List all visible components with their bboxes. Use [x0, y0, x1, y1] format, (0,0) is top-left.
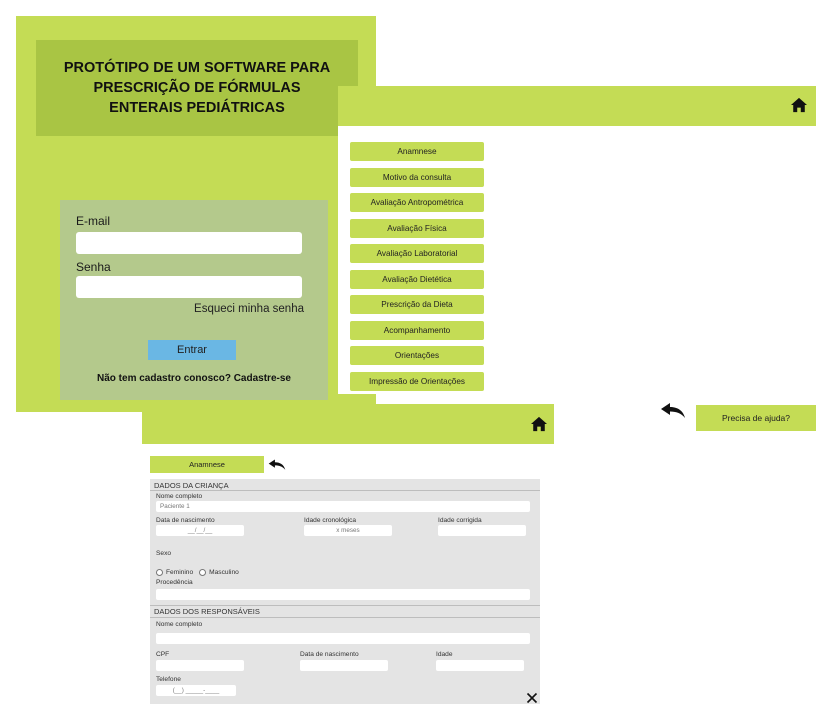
- home-icon[interactable]: [530, 416, 548, 432]
- guardian-section-title: DADOS DOS RESPONSÁVEIS: [154, 607, 260, 616]
- guardian-age-field[interactable]: [436, 660, 524, 671]
- menu-item[interactable]: Avaliação Antropométrica: [350, 193, 484, 212]
- back-arrow-icon[interactable]: [660, 402, 686, 420]
- menu-item[interactable]: Impressão de Orientações: [350, 371, 484, 391]
- menu-item[interactable]: Orientações: [350, 346, 484, 365]
- email-field[interactable]: [76, 232, 302, 254]
- section-divider: [150, 605, 540, 606]
- child-birth-placeholder: __/__/__: [187, 527, 213, 534]
- password-label: Senha: [76, 260, 111, 274]
- menu-item[interactable]: Motivo da consulta: [350, 167, 484, 187]
- phone-field[interactable]: (__) _____-____: [156, 685, 236, 696]
- origin-field[interactable]: [156, 589, 530, 600]
- form-header: [142, 404, 554, 444]
- tab-anamnese[interactable]: Anamnese: [150, 456, 264, 473]
- close-icon[interactable]: [526, 692, 538, 704]
- sex-masculine-label: Masculino: [209, 569, 239, 576]
- sex-feminine-label: Feminino: [166, 569, 194, 576]
- child-name-field[interactable]: Paciente 1: [156, 501, 530, 512]
- menu-item[interactable]: Anamnese: [350, 142, 484, 161]
- cpf-field[interactable]: [156, 660, 244, 671]
- login-form: E-mail Senha Esqueci minha senha Entrar …: [60, 200, 328, 400]
- password-field[interactable]: [76, 276, 302, 298]
- child-birth-field[interactable]: __/__/__: [156, 525, 244, 536]
- menu-item[interactable]: Acompanhamento: [350, 320, 484, 340]
- child-birth-label: Data de nascimento: [156, 517, 215, 524]
- menu-item[interactable]: Avaliação Dietética: [350, 269, 484, 289]
- forgot-password-link[interactable]: Esqueci minha senha: [194, 303, 304, 315]
- corrected-age-label: Idade corrigida: [438, 517, 482, 524]
- home-icon[interactable]: [790, 97, 808, 113]
- phone-label: Telefone: [156, 676, 181, 683]
- anamnese-form: DADOS DA CRIANÇA Nome completo Paciente …: [150, 479, 540, 704]
- login-screen: PROTÓTIPO DE UM SOFTWARE PARA PRESCRIÇÃO…: [16, 16, 376, 412]
- guardian-age-label: Idade: [436, 651, 453, 658]
- sex-label: Sexo: [156, 550, 172, 557]
- menu-screen: Anamnese Motivo da consulta Avaliação Antr…: [338, 86, 816, 394]
- guardian-name-label: Nome completo: [156, 621, 203, 628]
- back-arrow-icon[interactable]: [268, 458, 286, 472]
- menu-header: [338, 86, 816, 126]
- corrected-age-field[interactable]: [438, 525, 526, 536]
- app-title: PROTÓTIPO DE UM SOFTWARE PARA PRESCRIÇÃO…: [63, 60, 331, 116]
- phone-placeholder: (__) _____-____: [172, 687, 220, 694]
- chrono-age-field[interactable]: x meses: [304, 525, 392, 536]
- menu-item[interactable]: Prescrição da Dieta: [350, 295, 484, 314]
- child-name-label: Nome completo: [156, 493, 203, 500]
- title-banner: PROTÓTIPO DE UM SOFTWARE PARA PRESCRIÇÃO…: [36, 40, 358, 136]
- anamnese-screen: Anamnese DADOS DA CRIANÇA Nome completo …: [142, 404, 554, 704]
- guardian-birth-label: Data de nascimento: [300, 651, 359, 658]
- chrono-age-placeholder: x meses: [336, 527, 360, 534]
- help-button[interactable]: Precisa de ajuda?: [696, 405, 816, 431]
- child-name-value: Paciente 1: [160, 503, 190, 510]
- chrono-age-label: Idade cronológica: [304, 517, 357, 524]
- guardian-name-field[interactable]: [156, 633, 530, 644]
- sex-options: Feminino Masculino: [156, 569, 239, 576]
- guardian-birth-field[interactable]: [300, 660, 388, 671]
- login-button[interactable]: Entrar: [148, 340, 236, 360]
- origin-label: Procedência: [156, 579, 193, 586]
- signup-link[interactable]: Não tem cadastro conosco? Cadastre-se: [60, 373, 328, 384]
- menu-item[interactable]: Avaliação Laboratorial: [350, 244, 484, 263]
- section-divider: [150, 490, 540, 491]
- menu-list: Anamnese Motivo da consulta Avaliação Antr…: [350, 142, 484, 397]
- child-section-title: DADOS DA CRIANÇA: [154, 481, 229, 490]
- email-label: E-mail: [76, 214, 111, 228]
- cpf-label: CPF: [156, 651, 170, 658]
- sex-masculine-radio[interactable]: [199, 569, 207, 576]
- sex-feminine-radio[interactable]: [156, 569, 163, 576]
- menu-item[interactable]: Avaliação Física: [350, 218, 484, 238]
- section-divider: [150, 617, 540, 618]
